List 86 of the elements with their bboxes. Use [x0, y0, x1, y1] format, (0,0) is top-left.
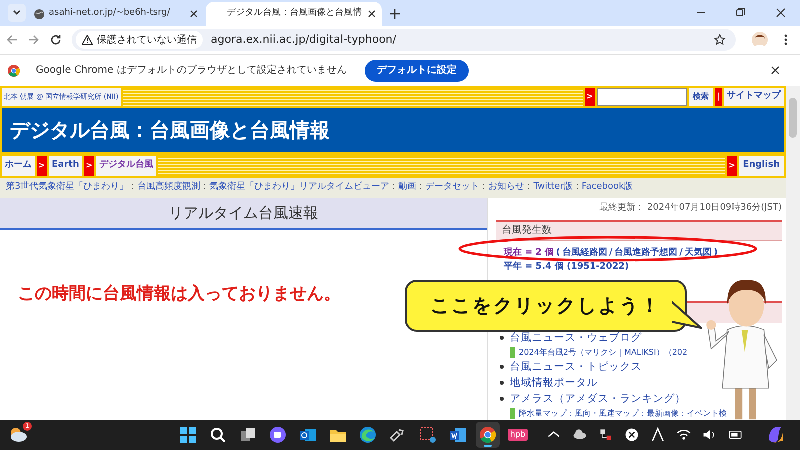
app-tray-icon[interactable]	[650, 427, 666, 443]
count-heading: 台風発生数	[502, 224, 552, 238]
reload-icon[interactable]	[50, 34, 62, 46]
link-separator: ：	[128, 181, 138, 194]
sub-link[interactable]: 降水量マップ：風向・風速マップ：最新画像：イベント検	[519, 408, 727, 420]
scrollbar[interactable]	[786, 86, 800, 420]
forward-icon[interactable]	[28, 34, 40, 46]
profile-avatar-icon[interactable]	[752, 32, 768, 48]
page-title: デジタル台風：台風画像と台風情報	[10, 117, 330, 144]
news-link[interactable]: 台風ニュース・トピックス	[510, 360, 642, 374]
address-bar[interactable]: 保護されていない通信 agora.ex.nii.ac.jp/digital-typhoon/	[72, 29, 736, 51]
map-link[interactable]: 台風進路予想図	[614, 246, 678, 260]
bullet-icon	[500, 365, 504, 369]
sub-link[interactable]: 2024年台風2号（マリクシ｜MALIKSI）（202	[519, 346, 688, 358]
count-link[interactable]: 現在 = 2 個	[504, 246, 554, 260]
nav-link[interactable]: 第3世代気象衛星「ひまわり」	[6, 181, 129, 195]
tab-title: デジタル台風：台風画像と台風情	[227, 7, 363, 20]
link-separator: ：	[390, 182, 399, 194]
nav-link[interactable]: お知らせ	[488, 181, 525, 195]
network-icon[interactable]	[598, 427, 614, 443]
close-icon[interactable]	[776, 8, 786, 18]
breadcrumb-separator: >	[37, 156, 47, 176]
link-separator: ：	[200, 181, 210, 194]
set-default-button[interactable]: デフォルトに設定	[364, 60, 469, 82]
warning-icon	[82, 35, 93, 45]
url-text: agora.ex.nii.ac.jp/digital-typhoon/	[211, 32, 398, 48]
breadcrumb-link[interactable]: デジタル台風	[96, 156, 156, 176]
copilot-icon[interactable]	[766, 425, 786, 445]
search-button[interactable]: 検索	[689, 88, 713, 106]
tab-title: asahi-net.or.jp/~be6h-tsrg/	[49, 7, 172, 20]
nav-link[interactable]: Facebook版	[582, 181, 634, 195]
breadcrumb-link[interactable]: Earth	[49, 156, 82, 176]
browser-tab[interactable]: asahi-net.or.jp/~be6h-tsrg/	[28, 2, 204, 26]
breadcrumb-separator: >	[84, 156, 94, 176]
marker-bar	[510, 408, 515, 419]
breadcrumb-link[interactable]: ホーム	[2, 156, 35, 176]
average-link[interactable]: 平年 = 5.4 個 (1951-2022)	[504, 261, 630, 274]
security-chip[interactable]: 保護されていない通信	[76, 31, 203, 49]
callout-text: ここをクリックしよう！	[430, 294, 662, 319]
restore-icon[interactable]	[736, 8, 746, 18]
back-icon[interactable]	[6, 34, 18, 46]
news-link[interactable]: 地域情報ポータル	[510, 376, 598, 390]
slash-text: /	[680, 246, 683, 260]
search-field[interactable]	[597, 88, 687, 106]
news-link[interactable]: 台風ニュース・ウェブログ	[510, 330, 642, 346]
news-link[interactable]: アメラス（アメダス・ランキング）	[510, 392, 686, 406]
paren-text: (	[556, 246, 560, 260]
globe-icon	[34, 8, 45, 20]
close-circle-icon[interactable]	[624, 427, 640, 443]
nav-link[interactable]: Twitter版	[534, 181, 573, 195]
browser-icon[interactable]	[476, 422, 500, 448]
new-tab-icon[interactable]	[390, 9, 400, 19]
no-typhoon-notice: この時間に台風情報は入っておりません。	[18, 283, 341, 306]
wifi-icon[interactable]	[676, 427, 692, 443]
slash-text: /	[609, 246, 613, 260]
close-icon[interactable]	[190, 10, 198, 18]
menu-icon[interactable]	[784, 34, 788, 46]
link-separator: ：	[480, 181, 489, 194]
bullet-icon	[500, 336, 504, 340]
close-icon[interactable]	[368, 10, 376, 18]
bullet-icon	[500, 381, 504, 385]
map-link[interactable]: 台風経路図	[562, 246, 608, 260]
nav-link[interactable]: データセット	[426, 181, 480, 195]
section-title: リアルタイム台風速報	[168, 202, 318, 224]
map-link[interactable]: 天気図	[684, 246, 712, 260]
nav-link[interactable]: 動画	[398, 181, 417, 195]
close-icon[interactable]	[771, 66, 780, 75]
chrome-logo-icon	[8, 64, 20, 76]
link-separator: ：	[416, 181, 426, 194]
bookmark-star-icon[interactable]	[714, 34, 726, 46]
paren-text: )	[714, 246, 718, 260]
bullet-icon	[500, 397, 504, 401]
link-separator: ：	[572, 181, 582, 194]
link-separator: ：	[524, 181, 534, 194]
last-updated: 最終更新： 2024年07月10日09時36分(JST)	[600, 202, 782, 215]
browser-tab[interactable]: デジタル台風：台風画像と台風情	[206, 2, 382, 26]
nav-link[interactable]: 台風高頻度観測	[138, 181, 201, 195]
tab-search-icon[interactable]	[8, 4, 26, 22]
sitemap-link[interactable]: サイトマップ	[724, 88, 784, 106]
marker-bar	[510, 347, 515, 358]
english-link[interactable]: English	[739, 156, 784, 176]
taskbar-app[interactable]: hpb	[506, 422, 530, 448]
infobar-message: Google Chrome はデフォルトのブラウザとして設定されていません	[36, 64, 347, 78]
nav-link[interactable]: 気象衛星「ひまわり」リアルタイムビューア	[210, 181, 390, 195]
scrollbar-thumb[interactable]	[789, 98, 797, 138]
app-logo-text: hpb	[508, 429, 528, 441]
